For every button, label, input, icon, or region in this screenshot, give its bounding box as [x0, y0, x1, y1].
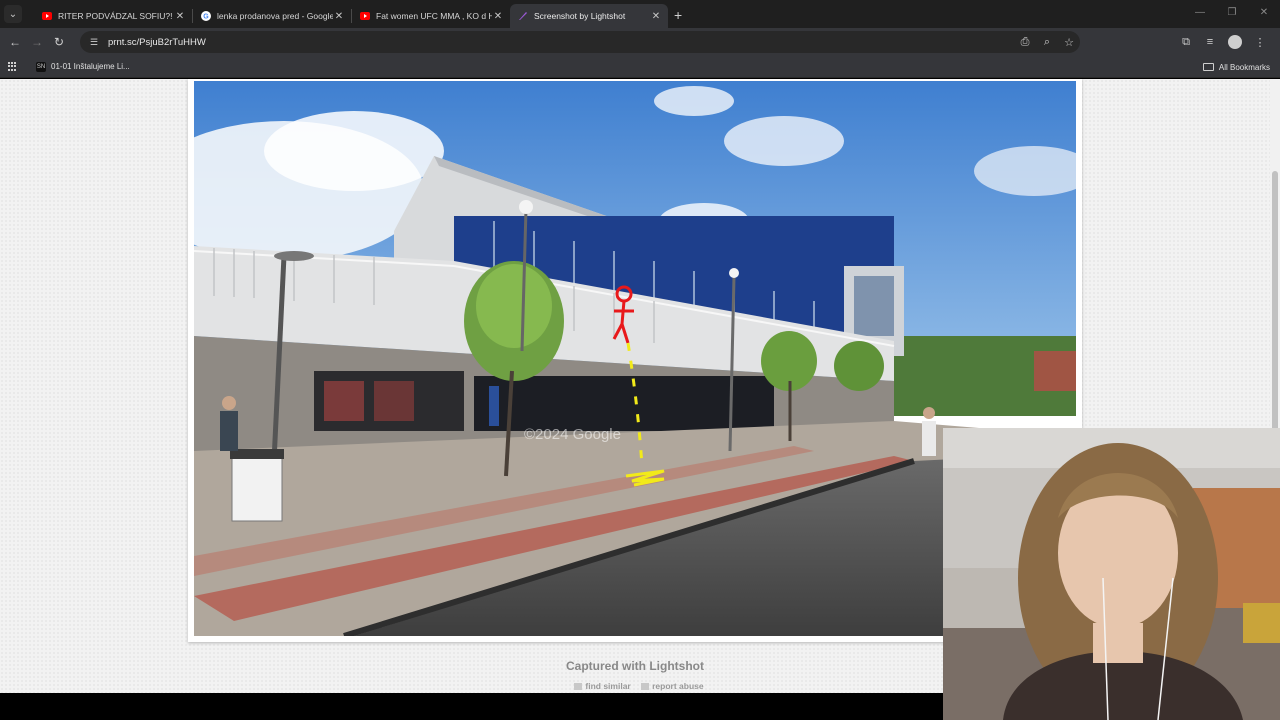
new-tab-button[interactable]: +	[674, 7, 682, 23]
bookmarks-bar: SN 01-01 Inštalujeme Li... All Bookmarks	[0, 56, 1280, 78]
tab-2[interactable]: G lenka prodanova pred - Google ✕	[193, 4, 351, 28]
webcam-video	[943, 428, 1280, 720]
zoom-icon[interactable]: ⌕	[1036, 36, 1058, 49]
reload-icon[interactable]: ↻	[48, 35, 70, 49]
tab-search-button[interactable]: ⌄	[4, 5, 22, 23]
media-control-icon[interactable]: ≡	[1198, 36, 1222, 48]
google-icon: G	[201, 11, 211, 21]
tab-1[interactable]: RITER PODVÁDZAL SOFIU?! - Yo ✕	[34, 4, 192, 28]
tab-4[interactable]: Screenshot by Lightshot ✕	[510, 4, 668, 28]
forward-icon[interactable]: →	[26, 35, 48, 49]
restore-icon[interactable]: ❐	[1216, 0, 1248, 28]
close-icon[interactable]: ✕	[492, 11, 504, 22]
flag-icon	[641, 683, 650, 691]
tab-title: lenka prodanova pred - Google	[217, 11, 333, 21]
install-app-icon[interactable]: ⎙	[1014, 36, 1036, 49]
tab-title: Screenshot by Lightshot	[534, 11, 626, 21]
all-bookmarks-button[interactable]: All Bookmarks	[1202, 56, 1270, 78]
lightshot-icon	[518, 11, 528, 21]
url-text[interactable]: prnt.sc/PsjuB2rTuHHW	[108, 37, 206, 48]
close-icon[interactable]: ✕	[174, 11, 186, 22]
bookmark-favicon: SN	[36, 61, 46, 72]
folder-icon	[1202, 63, 1214, 71]
apps-grid-icon[interactable]	[8, 61, 18, 72]
bookmark-item[interactable]: SN 01-01 Inštalujeme Li...	[36, 61, 130, 72]
site-info-icon[interactable]: ☰	[88, 36, 100, 48]
omnibox-actions: ⎙ ⌕ ☆	[1014, 28, 1080, 56]
back-icon[interactable]: ←	[4, 35, 26, 49]
photo-watermark: ©2024 Google	[524, 426, 621, 443]
browser-toolbar: ← → ↻ ☰ prnt.sc/PsjuB2rTuHHW ⎙ ⌕ ☆ ⧉ ≡ ⋮	[0, 28, 1280, 56]
close-window-icon[interactable]: ✕	[1248, 0, 1280, 28]
close-icon[interactable]: ✕	[650, 11, 662, 22]
youtube-icon	[42, 11, 52, 21]
toolbar-right: ⧉ ≡ ⋮	[1174, 28, 1272, 56]
tab-3[interactable]: Fat women UFC MMA , KO d Hu ✕	[352, 4, 510, 28]
extensions-icon[interactable]: ⧉	[1174, 36, 1198, 49]
minimize-icon[interactable]: —	[1184, 0, 1216, 28]
avatar[interactable]	[1228, 35, 1242, 49]
tab-title: RITER PODVÁDZAL SOFIU?! - Yo	[58, 11, 174, 21]
report-abuse-link[interactable]: report abuse	[652, 681, 704, 691]
find-similar-link[interactable]: find similar	[585, 681, 630, 691]
svg-text:G: G	[203, 14, 209, 21]
webcam-overlay	[943, 428, 1280, 720]
tab-strip: ⌄ RITER PODVÁDZAL SOFIU?! - Yo ✕ G lenka…	[0, 0, 1280, 28]
bookmark-label: 01-01 Inštalujeme Li...	[51, 62, 130, 71]
close-icon[interactable]: ✕	[333, 11, 345, 22]
image-search-icon	[574, 683, 583, 691]
youtube-icon	[360, 11, 370, 21]
tab-title: Fat women UFC MMA , KO d Hu	[376, 11, 492, 21]
all-bookmarks-label: All Bookmarks	[1218, 62, 1270, 72]
bookmark-star-icon[interactable]: ☆	[1058, 36, 1080, 49]
window-controls: — ❐ ✕	[1184, 0, 1280, 28]
address-bar[interactable]: ☰ prnt.sc/PsjuB2rTuHHW	[80, 31, 1080, 53]
menu-icon[interactable]: ⋮	[1248, 36, 1272, 49]
scrollbar-thumb[interactable]	[1272, 171, 1278, 431]
